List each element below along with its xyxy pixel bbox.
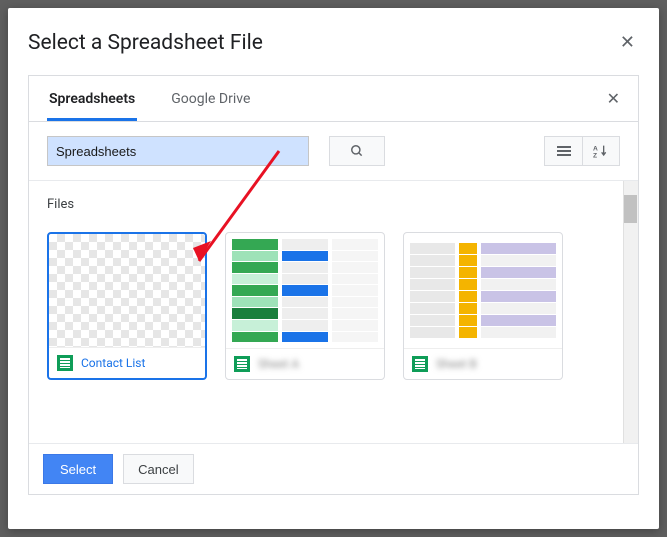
- scrollbar[interactable]: [623, 181, 638, 443]
- picker-panel: Spreadsheets Google Drive ✕ A Z: [28, 75, 639, 495]
- file-thumbnail: [226, 233, 384, 349]
- list-view-button[interactable]: [544, 136, 582, 166]
- file-footer: Contact List: [49, 348, 205, 378]
- file-card[interactable]: Contact List: [47, 232, 207, 380]
- view-toggle: A Z: [544, 136, 620, 166]
- file-thumbnail: [404, 233, 562, 349]
- select-button[interactable]: Select: [43, 454, 113, 484]
- dialog-title: Select a Spreadsheet File: [28, 31, 263, 55]
- cancel-button[interactable]: Cancel: [123, 454, 193, 484]
- tab-spreadsheets[interactable]: Spreadsheets: [47, 78, 137, 120]
- file-footer: Sheet B: [404, 349, 562, 379]
- file-thumbnail: [49, 234, 205, 348]
- file-footer: Sheet A: [226, 349, 384, 379]
- file-name: Sheet A: [258, 357, 299, 371]
- file-card[interactable]: Sheet A: [225, 232, 385, 380]
- sort-az-icon: A Z: [593, 144, 609, 158]
- tab-close-icon[interactable]: ✕: [607, 89, 620, 108]
- search-bar: A Z: [29, 122, 638, 181]
- sheets-icon: [57, 355, 73, 371]
- dialog-header: Select a Spreadsheet File ✕: [28, 28, 639, 57]
- dialog-actions: Select Cancel: [29, 443, 638, 494]
- sheets-icon: [412, 356, 428, 372]
- sort-button[interactable]: A Z: [582, 136, 620, 166]
- section-label-files: Files: [47, 197, 605, 212]
- file-name: Sheet B: [436, 357, 477, 371]
- close-icon[interactable]: ✕: [616, 28, 639, 57]
- tab-bar: Spreadsheets Google Drive ✕: [29, 76, 638, 122]
- svg-text:A: A: [593, 145, 598, 152]
- file-name: Contact List: [81, 356, 145, 370]
- scrollbar-thumb[interactable]: [624, 195, 637, 223]
- search-icon: [350, 144, 364, 158]
- tab-google-drive[interactable]: Google Drive: [169, 78, 252, 120]
- search-button[interactable]: [329, 136, 385, 166]
- file-cards: Contact List: [47, 232, 605, 380]
- list-icon: [557, 146, 571, 156]
- svg-text:Z: Z: [593, 153, 597, 158]
- file-picker-dialog: Select a Spreadsheet File ✕ Spreadsheets…: [8, 8, 659, 529]
- sheets-icon: [234, 356, 250, 372]
- search-input[interactable]: [47, 136, 309, 166]
- file-card[interactable]: Sheet B: [403, 232, 563, 380]
- file-list-area: Files Contact List: [29, 181, 638, 443]
